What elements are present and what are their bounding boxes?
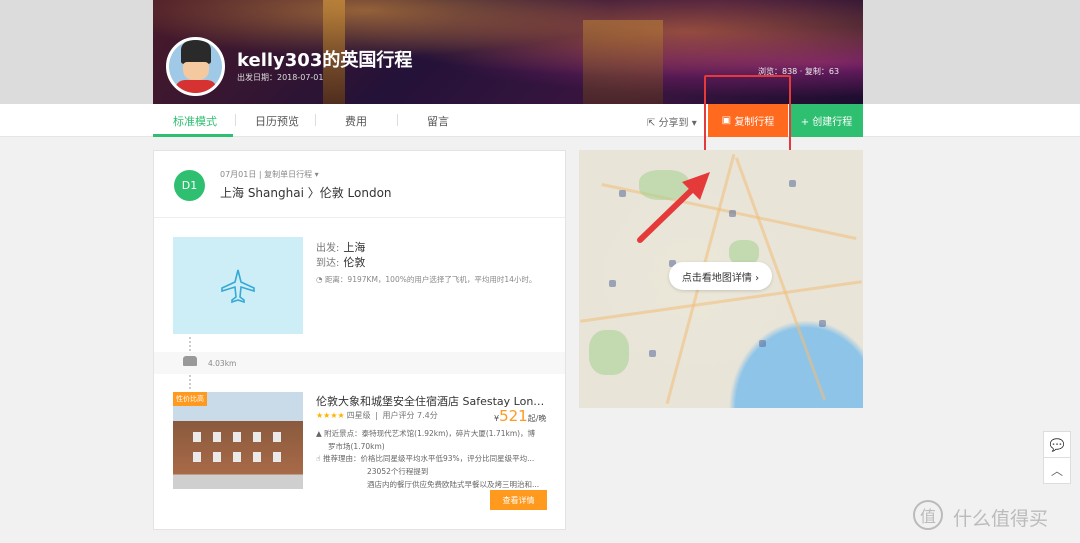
active-tab-indicator xyxy=(153,134,233,137)
share-icon: ⇱ xyxy=(647,118,659,129)
flight-from: 出发: 上海 xyxy=(316,241,366,254)
highlight-box xyxy=(704,75,791,161)
watermark-logo-icon: 值 xyxy=(913,500,943,530)
day-date-line: 07月01日 | 复制单日行程 ▾ xyxy=(220,170,319,179)
hotel-reason: ☝ 推荐理由：价格比同星级平均水平低93%，评分比同星级平均... xyxy=(316,454,535,463)
back-to-top-button[interactable]: ︿ xyxy=(1043,457,1071,484)
landmark-icon: ▲ xyxy=(316,429,325,438)
tab-standard[interactable]: 标准模式 xyxy=(173,113,217,129)
map-details-button[interactable]: 点击看地图详情 › xyxy=(669,262,772,290)
trip-title: kelly303的英国行程 xyxy=(237,50,413,71)
view-details-button[interactable]: 查看详情 xyxy=(490,490,547,510)
transfer-row: 4.03km xyxy=(154,352,565,374)
header-banner xyxy=(0,0,1080,104)
hotel-image[interactable] xyxy=(173,392,303,489)
hotel-nearby: ▲ 附近景点：泰特现代艺术馆(1.92km)，碎片大厦(1.71km)，博 xyxy=(316,429,536,438)
hotel-reason-desc: 酒店内的餐厅供应免费欧陆式早餐以及烤三明治和... xyxy=(367,480,540,489)
hotel-tag: 性价比高 xyxy=(173,392,207,406)
share-dropdown[interactable]: ⇱ 分享到 ▾ xyxy=(647,114,697,129)
hotel-price: ¥521起/晚 xyxy=(494,407,547,425)
transfer-distance: 4.03km xyxy=(208,359,237,368)
plane-icon xyxy=(221,269,255,303)
tab-calendar[interactable]: 日历预览 xyxy=(255,113,299,129)
chevron-up-icon: ︿ xyxy=(1050,464,1063,478)
flight-to: 到达: 伦敦 xyxy=(316,256,366,269)
day-route: 上海 Shanghai 〉伦敦 London xyxy=(220,186,392,200)
itinerary-card: D1 07月01日 | 复制单日行程 ▾ 上海 Shanghai 〉伦敦 Lon… xyxy=(153,150,566,530)
car-icon xyxy=(183,356,197,366)
avatar[interactable] xyxy=(166,37,225,96)
flight-image xyxy=(173,237,303,334)
tab-bar: 标准模式 日历预览 费用 留言 ⇱ 分享到 ▾ xyxy=(0,104,1080,137)
hotel-nearby-cont: 罗市场(1.70km) xyxy=(328,442,385,451)
hotel-reason-count: 23052个行程提到 xyxy=(367,467,429,476)
wechat-icon: 💬 xyxy=(1049,437,1065,452)
distance-icon: ◔ xyxy=(316,275,325,284)
tab-comments[interactable]: 留言 xyxy=(427,113,449,129)
create-trip-button[interactable]: + 创建行程 xyxy=(790,104,863,137)
depart-date: 出发日期：2018-07-01 xyxy=(237,73,324,82)
watermark-text: 什么值得买 xyxy=(953,508,1049,530)
tab-cost[interactable]: 费用 xyxy=(345,113,367,129)
copy-day-link[interactable]: 复制单日行程 xyxy=(264,170,312,179)
hotel-stars: ★★★★ 四星级 | 用户评分 7.4分 xyxy=(316,411,438,420)
flight-distance-note: ◔ 距离：9197KM，100%的用户选择了飞机，平均用时14小时。 xyxy=(316,275,537,284)
thumb-icon: ☝ xyxy=(316,454,323,463)
day-badge: D1 xyxy=(174,170,205,201)
wechat-button[interactable]: 💬 xyxy=(1043,431,1071,458)
annotation-arrow xyxy=(637,172,710,243)
